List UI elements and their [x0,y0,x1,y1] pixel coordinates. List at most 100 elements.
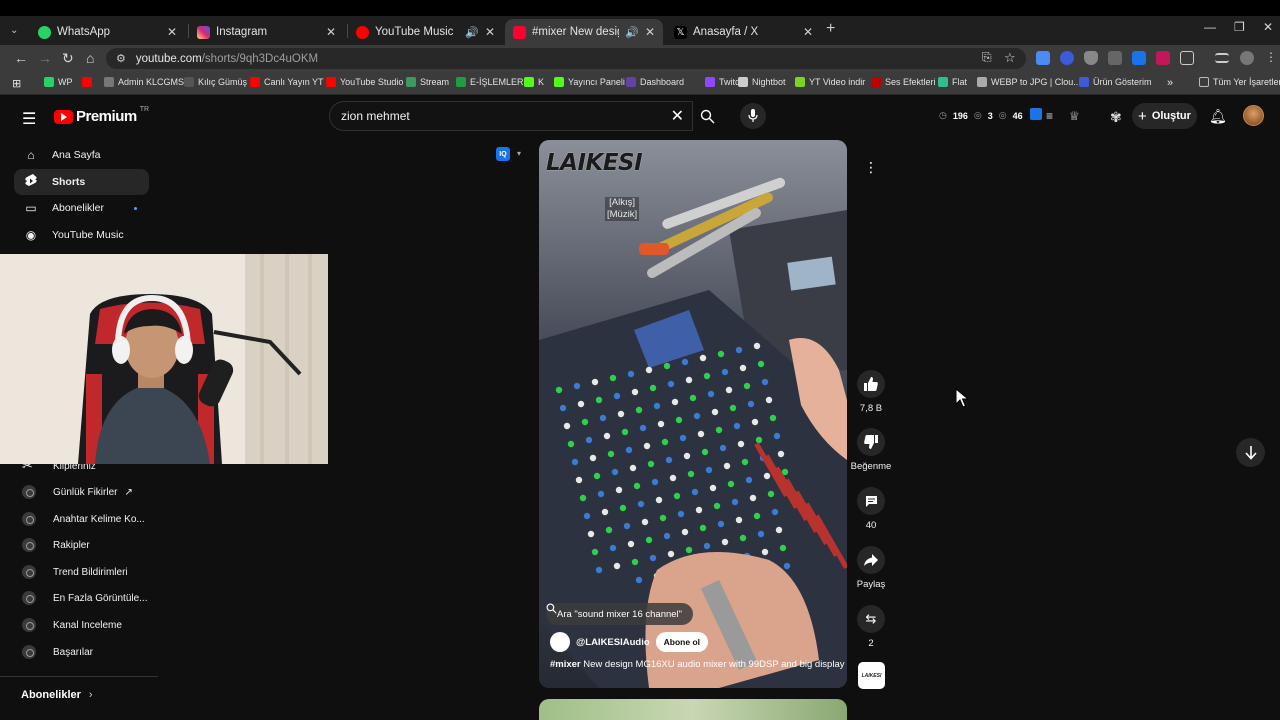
sidebar-tool-keywords[interactable]: Anahtar Kelime Ko... [22,509,172,529]
search-box[interactable]: zion mehmet ✕ [329,101,693,131]
minimize-icon[interactable]: — [1204,20,1216,34]
channel-name[interactable]: @LAIKESIAudio [576,637,650,648]
reload-icon[interactable]: ↻ [62,50,74,67]
search-button[interactable] [693,101,721,131]
close-tab-icon[interactable]: ✕ [485,25,495,39]
notifications-bell-icon[interactable]: 🔔︎ [1209,108,1227,125]
bookmarks-overflow-button[interactable]: » [1167,77,1173,89]
channel-avatar[interactable] [550,632,570,652]
new-tab-icon[interactable]: + [826,20,835,38]
bookmark-item[interactable]: Canlı Yayın YT [250,77,324,87]
sidebar-tool-trend-alerts[interactable]: Trend Bildirimleri [22,562,172,582]
dislike-button[interactable]: Beğenme [849,428,893,472]
bookmark-item[interactable]: Dashboard [626,77,684,87]
bookmark-item[interactable]: WEBP to JPG | Clou... [977,77,1081,87]
close-tab-icon[interactable]: ✕ [326,25,336,39]
bookmark-item[interactable] [82,77,92,87]
browser-menu-icon[interactable]: ⋮ [1265,50,1277,64]
forward-icon[interactable]: → [38,50,52,66]
voice-search-button[interactable] [740,103,766,129]
sidebar-tool-competitors[interactable]: Rakipler [22,535,172,555]
audio-playing-icon[interactable]: 🔊 [465,26,479,39]
bookmark-item[interactable]: Ürün Gösterim [1079,77,1152,87]
tab-instagram[interactable]: Instagram ✕ [189,19,344,45]
all-bookmarks-button[interactable]: Tüm Yer İşaretleri [1199,77,1280,87]
chevron-down-icon[interactable]: ▾ [517,149,521,158]
subscribe-button[interactable]: Abone ol [655,632,709,652]
sidebar-item-subscriptions[interactable]: ▭ Abonelikler [14,195,149,221]
translate-extension-icon[interactable] [1036,51,1050,65]
audio-playing-icon[interactable]: 🔊 [625,26,639,39]
create-button[interactable]: + Oluştur [1132,103,1197,129]
extensions-puzzle-icon[interactable] [1180,51,1194,65]
clear-search-icon[interactable]: ✕ [671,106,684,126]
close-tab-icon[interactable]: ✕ [645,25,655,39]
address-bar[interactable]: ⚙ youtube.com/shorts/9qh3Dc4uOKM [106,48,1026,69]
camera-extension-icon[interactable] [1108,51,1122,65]
tab-groups-icon[interactable] [1215,53,1229,63]
sidebar-tool-daily-ideas[interactable]: Günlük Fikirler ↗ [22,482,172,502]
site-info-icon[interactable]: ⚙ [116,52,126,65]
tab-x[interactable]: 𝕏 Anasayfa / X ✕ [666,19,821,45]
bookmark-item[interactable]: YouTube Studio [326,77,403,87]
vidiq-extension-icon[interactable] [1156,51,1170,65]
bookmark-item[interactable]: YT Video indir [795,77,865,87]
sidebar-tool-channel-review[interactable]: Kanal Inceleme [22,615,172,635]
remix-button[interactable]: ⇆ 2 [849,605,893,649]
home-icon[interactable]: ⌂ [86,50,94,66]
shield-extension-icon[interactable] [1084,51,1098,65]
apps-grid-icon[interactable]: ⊞ [12,77,21,90]
install-app-icon[interactable]: ⎘ [982,50,992,65]
bookmark-item[interactable]: Stream [406,77,449,87]
bookmark-item[interactable]: K [524,77,544,87]
sidebar-item-youtube-music[interactable]: ◉ YouTube Music [14,222,149,248]
audio-extension-icon[interactable] [1060,51,1074,65]
vidiq-icon[interactable] [1030,108,1042,120]
gemini-extension-icon[interactable]: ✾ [1110,109,1122,126]
list-icon[interactable]: ≡ [1046,109,1053,123]
bookmark-item[interactable]: Nightbot [738,77,786,87]
back-icon[interactable]: ← [14,50,28,66]
url-text[interactable]: youtube.com/shorts/9qh3Dc4uOKM [136,53,318,65]
sidebar-tool-most-viewed[interactable]: En Fazla Görüntüle... [22,588,172,608]
search-input[interactable]: zion mehmet [341,109,410,123]
bookmark-item[interactable]: WP [44,77,73,87]
comments-button[interactable]: 40 [849,487,893,531]
trophy-icon[interactable]: ♕ [1069,109,1080,123]
close-window-icon[interactable]: ✕ [1263,20,1273,34]
sound-thumbnail[interactable]: LAIKESI [858,662,885,689]
short-video-player[interactable]: LAIKESI [Alkış] [Müzik] Ara "sound mixer… [539,140,847,688]
like-button[interactable]: 7,8 B [849,370,893,414]
tab-whatsapp[interactable]: WhatsApp ✕ [30,19,185,45]
bookmark-item[interactable]: Kılıç Gümüş [184,77,247,87]
bookmark-item[interactable]: Yayıncı Paneli [554,77,625,87]
share-button[interactable]: Paylaş [849,546,893,590]
bookmark-star-icon[interactable]: ☆ [1004,50,1016,66]
profile-icon[interactable] [1240,51,1254,65]
close-tab-icon[interactable]: ✕ [167,25,177,39]
tab-youtube-music[interactable]: YouTube Music 🔊 ✕ [348,19,503,45]
bookmark-item[interactable]: Flat [938,77,967,87]
bookmark-item[interactable]: Ses Efektleri [871,77,936,87]
avatar[interactable] [1243,105,1264,126]
bookmark-item[interactable]: E-İŞLEMLER [456,77,524,87]
more-options-icon[interactable]: ⋮ [859,155,883,179]
sidebar-item-shorts[interactable]: Shorts [14,169,149,195]
close-tab-icon[interactable]: ✕ [803,25,813,39]
sidebar-tool-achievements[interactable]: Başarılar [22,642,172,662]
next-short-preview[interactable] [539,699,847,720]
sidebar-item-home[interactable]: ⌂ Ana Sayfa [14,142,149,168]
vidiq-stats[interactable]: ◷ 196 ◎ 3 ◎ 46 [939,110,1023,121]
next-short-button[interactable] [1236,438,1265,467]
tab-search-menu-icon[interactable]: ⌄ [10,25,24,39]
vidiq-video-icon[interactable]: IQ [496,147,510,161]
restore-icon[interactable]: ❐ [1234,20,1245,34]
youtube-premium-logo[interactable]: Premium TR [54,106,149,125]
tab-mixer-short[interactable]: #mixer New design MG16XU 🔊 ✕ [505,19,663,45]
related-search-chip[interactable]: Ara "sound mixer 16 channel" [546,603,694,625]
bookmark-item[interactable]: Admin KLCGMS [104,77,184,87]
hashtag-link[interactable]: #mixer [550,659,581,670]
sidebar-subscriptions-heading[interactable]: Abonelikler › [21,689,93,701]
menu-hamburger-icon[interactable]: ☰ [22,109,36,129]
download-extension-icon[interactable] [1132,51,1146,65]
